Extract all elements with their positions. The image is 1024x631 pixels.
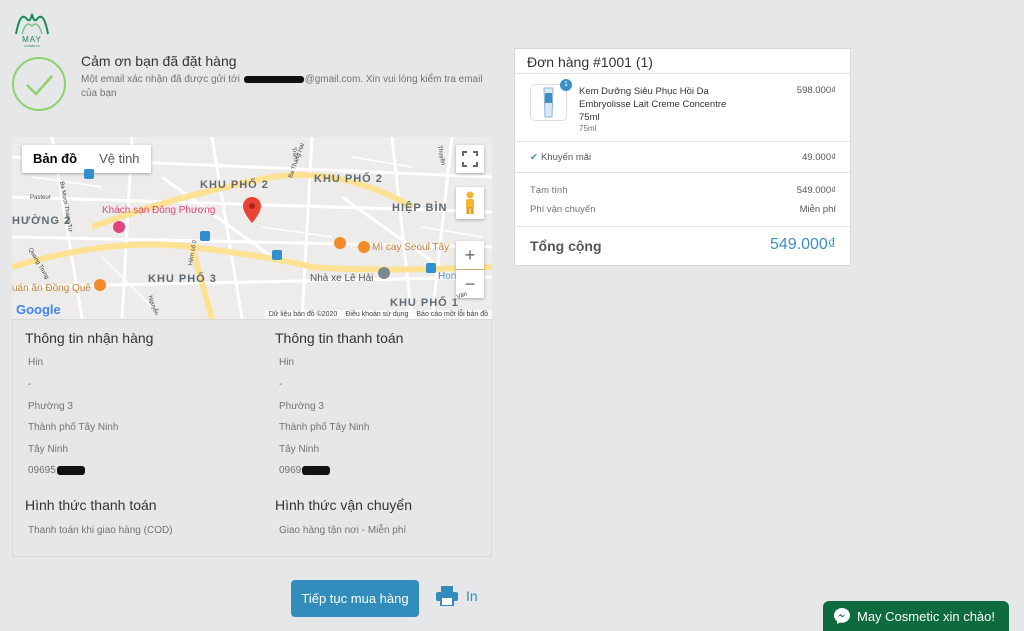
tab-satellite[interactable]: Vệ tinh	[88, 145, 150, 173]
product-tube-icon	[543, 87, 554, 118]
product-variant: 75ml	[579, 124, 597, 133]
map-place-garage[interactable]: Nhà xe Lê Hải	[310, 273, 373, 284]
terms-link[interactable]: Điều khoản sử dụng	[345, 311, 408, 318]
total-row: Tổng cộng 549.000₫	[515, 226, 850, 266]
discount-row: ✔ Khuyến mãi 49.000₫	[515, 142, 850, 173]
billing-phone-prefix: 0969	[279, 465, 302, 476]
continue-shopping-button[interactable]: Tiếp tục mua hàng	[291, 580, 419, 617]
tab-map[interactable]: Bản đồ	[22, 145, 88, 173]
payment-method-title: Hình thức thanh toán	[25, 497, 157, 513]
discount-value: 49.000₫	[802, 152, 836, 163]
product-name: Kem Dưỡng Siêu Phục Hồi Da Embryolisse L…	[579, 86, 727, 123]
shipping-address: -	[28, 379, 32, 390]
total-value: 549.000₫	[769, 236, 836, 253]
print-button[interactable]: In	[436, 586, 478, 606]
shipping-phone-prefix: 09695	[28, 465, 56, 476]
map-area-label: KHU PHỐ 2	[200, 179, 269, 191]
thank-you-title: Cảm ơn bạn đã đặt hàng	[81, 53, 237, 69]
map-data-credit: Dữ liệu bản đồ ©2020	[268, 311, 338, 318]
location-map[interactable]: Bản đồ Vệ tinh + − KHU PHỐ 2 KHU PHỐ 2 K…	[12, 137, 492, 319]
restaurant-marker-icon	[358, 241, 370, 253]
print-label: In	[466, 588, 478, 604]
street-view-pegman-icon[interactable]	[456, 187, 484, 219]
confirmation-text-before: Một email xác nhận đã được gửi tới	[81, 74, 243, 85]
messenger-chat-button[interactable]: May Cosmetic xin chào!	[823, 601, 1009, 631]
logo-mark-icon	[15, 13, 49, 35]
shipping-province: Tây Ninh	[28, 444, 69, 455]
discount-label: Khuyến mãi	[540, 152, 592, 163]
customer-info-box: Thông tin nhận hàng Hin - Phường 3 Thành…	[12, 319, 492, 557]
bus-stop-icon	[272, 250, 282, 260]
subtotal-value: 549.000₫	[796, 185, 836, 196]
subtotal-label: Tạm tính	[530, 185, 568, 196]
location-pin-icon[interactable]	[243, 197, 261, 223]
map-area-label: HIỆP BÌN	[392, 202, 448, 214]
google-logo: Google	[16, 302, 61, 317]
map-area-label: KHU PHỐ 2	[314, 173, 383, 185]
report-error-link[interactable]: Báo cáo một lỗi bản đồ	[416, 311, 488, 318]
place-marker-icon	[378, 267, 390, 279]
order-summary: Đơn hàng #1001 (1) 1 Kem Dưỡng Siêu Phục…	[514, 48, 851, 266]
map-area-label: KHU PHỐ 1	[390, 297, 459, 309]
hotel-marker-icon	[113, 221, 125, 233]
messenger-icon	[834, 608, 850, 624]
billing-info-title: Thông tin thanh toán	[275, 330, 404, 346]
payment-method-value: Thanh toán khi giao hàng (COD)	[28, 525, 173, 536]
chat-label: May Cosmetic xin chào!	[857, 608, 995, 624]
total-label: Tổng cộng	[530, 238, 602, 254]
checkmark-icon: ✔	[530, 152, 538, 163]
bus-stop-icon	[426, 263, 436, 273]
billing-phone: 0969	[279, 465, 331, 476]
billing-ward: Phường 3	[279, 401, 324, 412]
shipping-info-title: Thông tin nhận hàng	[25, 330, 154, 346]
billing-address: -	[279, 379, 283, 390]
discount-label-group: ✔ Khuyến mãi	[530, 152, 591, 163]
logo-brand-text: MAY	[22, 35, 42, 44]
map-place-noodle[interactable]: Mì cay Seoul Tây	[372, 242, 449, 253]
shipping-method-title: Hình thức vận chuyển	[275, 497, 413, 513]
product-line-item: 1 Kem Dưỡng Siêu Phục Hồi Da Embryolisse…	[515, 74, 850, 142]
shipping-ward: Phường 3	[28, 401, 73, 412]
billing-name: Hin	[279, 357, 295, 368]
map-attribution: Dữ liệu bản đồ ©2020 Điều khoản sử dụng …	[264, 310, 492, 319]
map-place-hotel[interactable]: Khách sạn Đông Phương	[102, 205, 215, 216]
confirmation-message: Một email xác nhận đã được gửi tới @gmai…	[81, 73, 491, 101]
restaurant-marker-icon	[334, 237, 346, 249]
success-check-icon	[12, 57, 66, 111]
shipping-name: Hin	[28, 357, 44, 368]
logo-sub-text: COSMETIC	[24, 44, 40, 48]
shipping-method-value: Giao hàng tận nơi - Miễn phí	[279, 525, 407, 536]
billing-city: Thành phố Tây Ninh	[279, 422, 370, 433]
redacted-email	[243, 75, 304, 83]
zoom-in-button[interactable]: +	[456, 241, 484, 269]
bus-stop-icon	[84, 169, 94, 179]
shipping-fee-row: Phí vận chuyển Miễn phí	[530, 204, 836, 215]
map-place-hon[interactable]: Hon	[438, 271, 456, 282]
product-price: 598.000₫	[796, 85, 836, 96]
map-area-label: HƯỜNG 2	[12, 215, 72, 227]
quantity-badge: 1	[560, 79, 572, 91]
redacted-phone	[302, 465, 331, 475]
printer-icon	[436, 586, 458, 606]
redacted-phone	[56, 465, 85, 475]
product-thumbnail: 1	[530, 79, 572, 121]
shipping-fee-value: Miễn phí	[799, 204, 836, 215]
map-area-label: KHU PHỐ 3	[148, 273, 217, 285]
fullscreen-icon[interactable]	[456, 145, 484, 173]
restaurant-marker-icon	[94, 279, 106, 291]
subtotal-row: Tạm tính 549.000₫	[530, 185, 836, 196]
map-place-restaurant[interactable]: uán ăn Đồng Quê	[12, 283, 91, 294]
shipping-city: Thành phố Tây Ninh	[28, 422, 119, 433]
bus-stop-icon	[200, 231, 210, 241]
brand-logo[interactable]: MAY COSMETIC	[12, 8, 52, 48]
street-label: Pasteur	[30, 195, 51, 201]
shipping-fee-label: Phí vận chuyển	[530, 204, 596, 215]
billing-province: Tây Ninh	[279, 444, 320, 455]
shipping-phone: 09695	[28, 465, 86, 476]
order-title: Đơn hàng #1001 (1)	[515, 49, 850, 74]
